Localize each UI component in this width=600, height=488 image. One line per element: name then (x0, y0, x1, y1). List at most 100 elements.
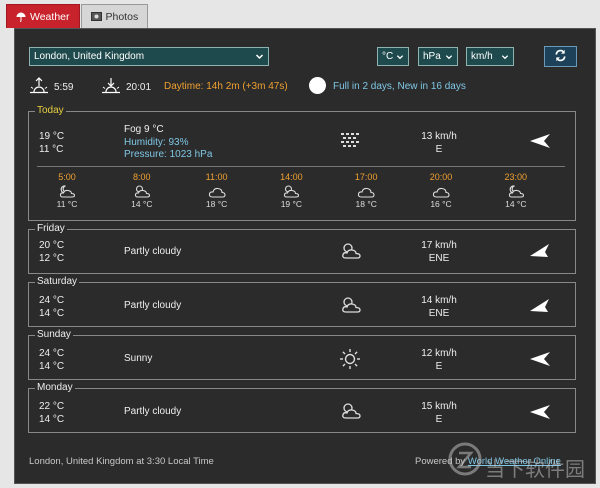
sunset-icon (101, 77, 121, 98)
humidity-text: Humidity: 93% (124, 136, 189, 148)
moon-icon (309, 77, 326, 94)
speed-unit-value: km/h (471, 51, 493, 62)
day-label: Monday (35, 382, 75, 394)
current-conditions: Fog 9 °C Humidity: 93% Pressure: 1023 hP… (124, 124, 212, 162)
sunset: 20:01 (101, 77, 151, 98)
wind-info: 12 km/h E (399, 347, 479, 373)
sunrise: 5:59 (29, 77, 73, 98)
pressure-unit-select[interactable]: hPa (418, 47, 458, 66)
temperature-range: 20 °C 12 °C (39, 239, 64, 265)
refresh-button[interactable] (544, 46, 577, 67)
hour-time: 14:00 (280, 172, 303, 182)
wind-speed: 14 km/h (421, 295, 457, 306)
condition-text: Sunny (124, 353, 153, 364)
wind-info: 13 km/h E (399, 130, 479, 156)
tab-bar: Weather Photos (6, 4, 149, 28)
local-time-text: London, United Kingdom at 3:30 Local Tim… (29, 456, 214, 467)
tab-weather[interactable]: Weather (6, 4, 80, 28)
cloudy-icon (346, 183, 386, 199)
wind-speed: 15 km/h (421, 401, 457, 412)
day-label: Saturday (35, 276, 80, 288)
hour-time: 17:00 (354, 172, 378, 182)
hour-temp: 14 °C (131, 199, 153, 209)
hour-temp: 16 °C (430, 199, 452, 209)
hourly-forecast: 5:00 11 °C 8:00 14 °C 11:00 18 °C 14:00 19 °C 17… (47, 172, 557, 214)
low-temp: 14 °C (39, 308, 65, 319)
hourly-item: 14:00 19 °C (271, 172, 311, 210)
hourly-item: 23:00 14 °C (496, 172, 536, 210)
temperature-range: 24 °C 14 °C (39, 347, 64, 373)
chevron-down-icon (255, 52, 264, 64)
location-select[interactable]: London, United Kingdom (29, 47, 269, 66)
wind-arrow-icon (529, 297, 551, 316)
fog-icon (339, 130, 361, 155)
pressure-text: Pressure: 1023 hPa (124, 149, 213, 160)
wind-direction: E (435, 414, 443, 425)
high-temp: 24 °C (39, 348, 65, 359)
wind-speed: 13 km/h (421, 131, 457, 142)
wind-arrow-icon (529, 242, 551, 261)
wind-info: 15 km/h E (399, 400, 479, 426)
speed-unit-select[interactable]: km/h (466, 47, 514, 66)
partly-cloudy-icon (271, 183, 311, 199)
condition-text: Partly cloudy (124, 246, 182, 257)
sunset-time: 20:01 (126, 82, 152, 93)
wind-direction: E (435, 361, 443, 372)
hour-time: 23:00 (504, 172, 528, 182)
wind-arrow-icon (529, 133, 551, 152)
day-section-sunday: Sunday 24 °C 14 °C Sunny 12 km/h E (28, 329, 576, 380)
wind-direction: ENE (428, 308, 450, 319)
high-temp: 19 °C (39, 131, 65, 142)
cloudy-icon (421, 183, 461, 199)
high-temp: 20 °C (39, 240, 65, 251)
temp-unit-value: °C (382, 51, 394, 62)
sunrise-icon (29, 77, 49, 98)
hour-time: 8:00 (133, 172, 151, 182)
location-value: London, United Kingdom (34, 51, 145, 62)
hourly-item: 5:00 11 °C (47, 172, 87, 210)
day-section-monday: Monday 22 °C 14 °C Partly cloudy 15 km/h… (28, 382, 576, 433)
partly-cloudy-icon (339, 241, 363, 264)
weather-panel: London, United Kingdom °C hPa km/h 5:59 … (14, 28, 596, 484)
wind-info: 14 km/h ENE (399, 294, 479, 320)
cloudy-icon (197, 183, 237, 199)
hour-time: 5:00 (58, 172, 76, 182)
temperature-range: 19 °C 11 °C (39, 130, 64, 156)
high-temp: 24 °C (39, 295, 65, 306)
day-label: Sunday (35, 329, 73, 341)
pressure-unit-value: hPa (423, 51, 441, 62)
sun-moon-row: 5:59 20:01 Daytime: 14h 2m (+3m 47s) Ful… (29, 77, 581, 97)
partly-cloudy-night-icon (47, 183, 87, 199)
hour-temp: 19 °C (280, 199, 303, 209)
controls-row: London, United Kingdom °C hPa km/h (29, 46, 577, 67)
wind-arrow-icon (529, 351, 551, 370)
hour-temp: 14 °C (505, 199, 527, 209)
wind-direction: E (435, 144, 443, 155)
condition-text: Partly cloudy (124, 406, 182, 417)
partly-cloudy-night-icon (496, 183, 536, 199)
day-label: Friday (35, 223, 67, 235)
sunny-icon (339, 348, 361, 373)
refresh-icon (554, 49, 567, 65)
chevron-down-icon (396, 53, 404, 64)
wind-info: 17 km/h ENE (399, 239, 479, 265)
partly-cloudy-icon (339, 401, 363, 424)
daytime-text: Daytime: 14h 2m (+3m 47s) (164, 81, 288, 92)
condition-text: Fog 9 °C (124, 124, 164, 135)
hour-time: 20:00 (429, 172, 453, 182)
wind-arrow-icon (529, 404, 551, 423)
watermark-logo-icon (447, 441, 483, 480)
hourly-item: 20:00 16 °C (421, 172, 461, 210)
hourly-item: 8:00 14 °C (122, 172, 162, 210)
wind-speed: 12 km/h (421, 348, 457, 359)
day-label: Today (35, 105, 66, 117)
temperature-range: 24 °C 14 °C (39, 294, 64, 320)
day-section-today: Today 19 °C 11 °C Fog 9 °C Humidity: 93%… (28, 105, 576, 221)
temp-unit-select[interactable]: °C (377, 47, 409, 66)
divider (37, 166, 565, 167)
chevron-down-icon (501, 53, 509, 64)
chevron-down-icon (445, 53, 453, 64)
temperature-range: 22 °C 14 °C (39, 400, 64, 426)
tab-photos[interactable]: Photos (80, 4, 149, 28)
sunrise-time: 5:59 (54, 82, 74, 93)
